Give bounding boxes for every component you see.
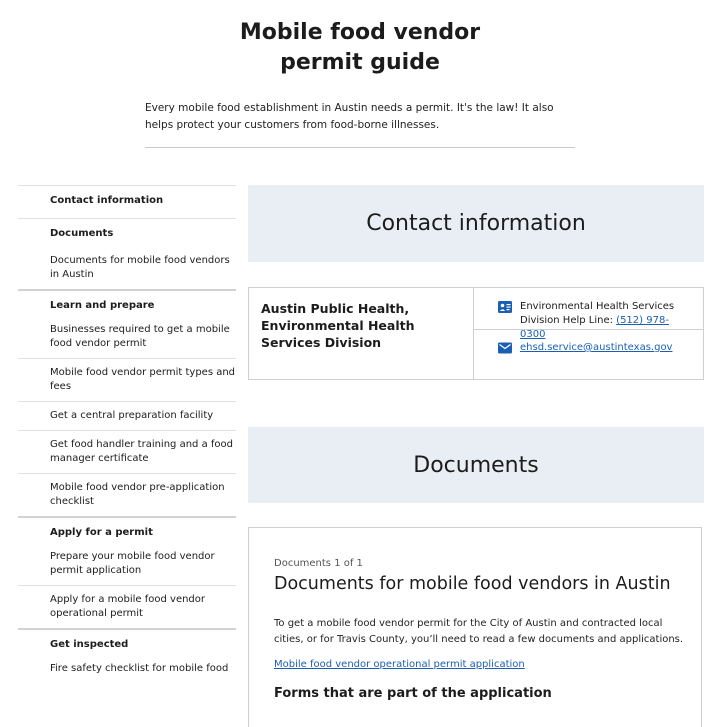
sidebar-item-permit-types-and-fees[interactable]: Mobile food vendor permit types and fees [18,358,236,401]
sidebar-item-central-preparation-facility[interactable]: Get a central preparation facility [18,401,236,430]
sidebar-item-contact-information[interactable]: Contact information [18,185,236,218]
forms-subheading: Forms that are part of the application [274,686,552,701]
contact-card: Austin Public Health, Environmental Heal… [248,287,704,380]
contact-details: Environmental Health Services Division H… [474,288,703,379]
divider [145,147,575,148]
permit-application-link[interactable]: Mobile food vendor operational permit ap… [274,659,525,670]
mail-icon [498,342,512,354]
phone-row: Environmental Health Services Division H… [474,288,703,340]
email-link[interactable]: ehsd.service@austintexas.gov [520,341,672,355]
email-row: ehsd.service@austintexas.gov [474,330,703,355]
sidebar-item-fire-safety-checklist[interactable]: Fire safety checklist for mobile food [18,662,236,683]
sidebar-item-apply-for-a-permit[interactable]: Apply for a permit [18,516,236,550]
sidebar-item-businesses-required[interactable]: Businesses required to get a mobile food… [18,323,236,358]
sidebar-item-pre-application-checklist[interactable]: Mobile food vendor pre-application check… [18,473,236,516]
sidebar-item-apply-operational-permit[interactable]: Apply for a mobile food vendor operation… [18,585,236,628]
sidebar-item-prepare-application[interactable]: Prepare your mobile food vendor permit a… [18,550,236,585]
contact-information-heading: Contact information [248,185,704,262]
sidebar-item-learn-and-prepare[interactable]: Learn and prepare [18,289,236,323]
document-card: Documents 1 of 1 Documents for mobile fo… [248,527,702,727]
document-description: To get a mobile food vendor permit for t… [274,618,684,645]
sidebar-item-documents[interactable]: Documents [18,218,236,251]
sidebar-item-food-handler-training[interactable]: Get food handler training and a food man… [18,430,236,473]
document-count: Documents 1 of 1 [274,558,363,569]
phone-text: Environmental Health Services Division H… [520,300,689,340]
sidebar-item-documents-for-mobile-food-vendors[interactable]: Documents for mobile food vendors in Aus… [18,251,236,289]
sidebar-item-get-inspected[interactable]: Get inspected [18,628,236,662]
contact-card-icon [498,301,512,313]
documents-heading: Documents [248,427,704,503]
page-title: Mobile food vendor permit guide [239,20,481,75]
org-name: Austin Public Health, Environmental Heal… [249,288,474,379]
sidebar-nav: Contact information Documents Documents … [18,185,236,683]
document-title: Documents for mobile food vendors in Aus… [274,574,671,594]
intro-text: Every mobile food establishment in Austi… [145,102,554,131]
